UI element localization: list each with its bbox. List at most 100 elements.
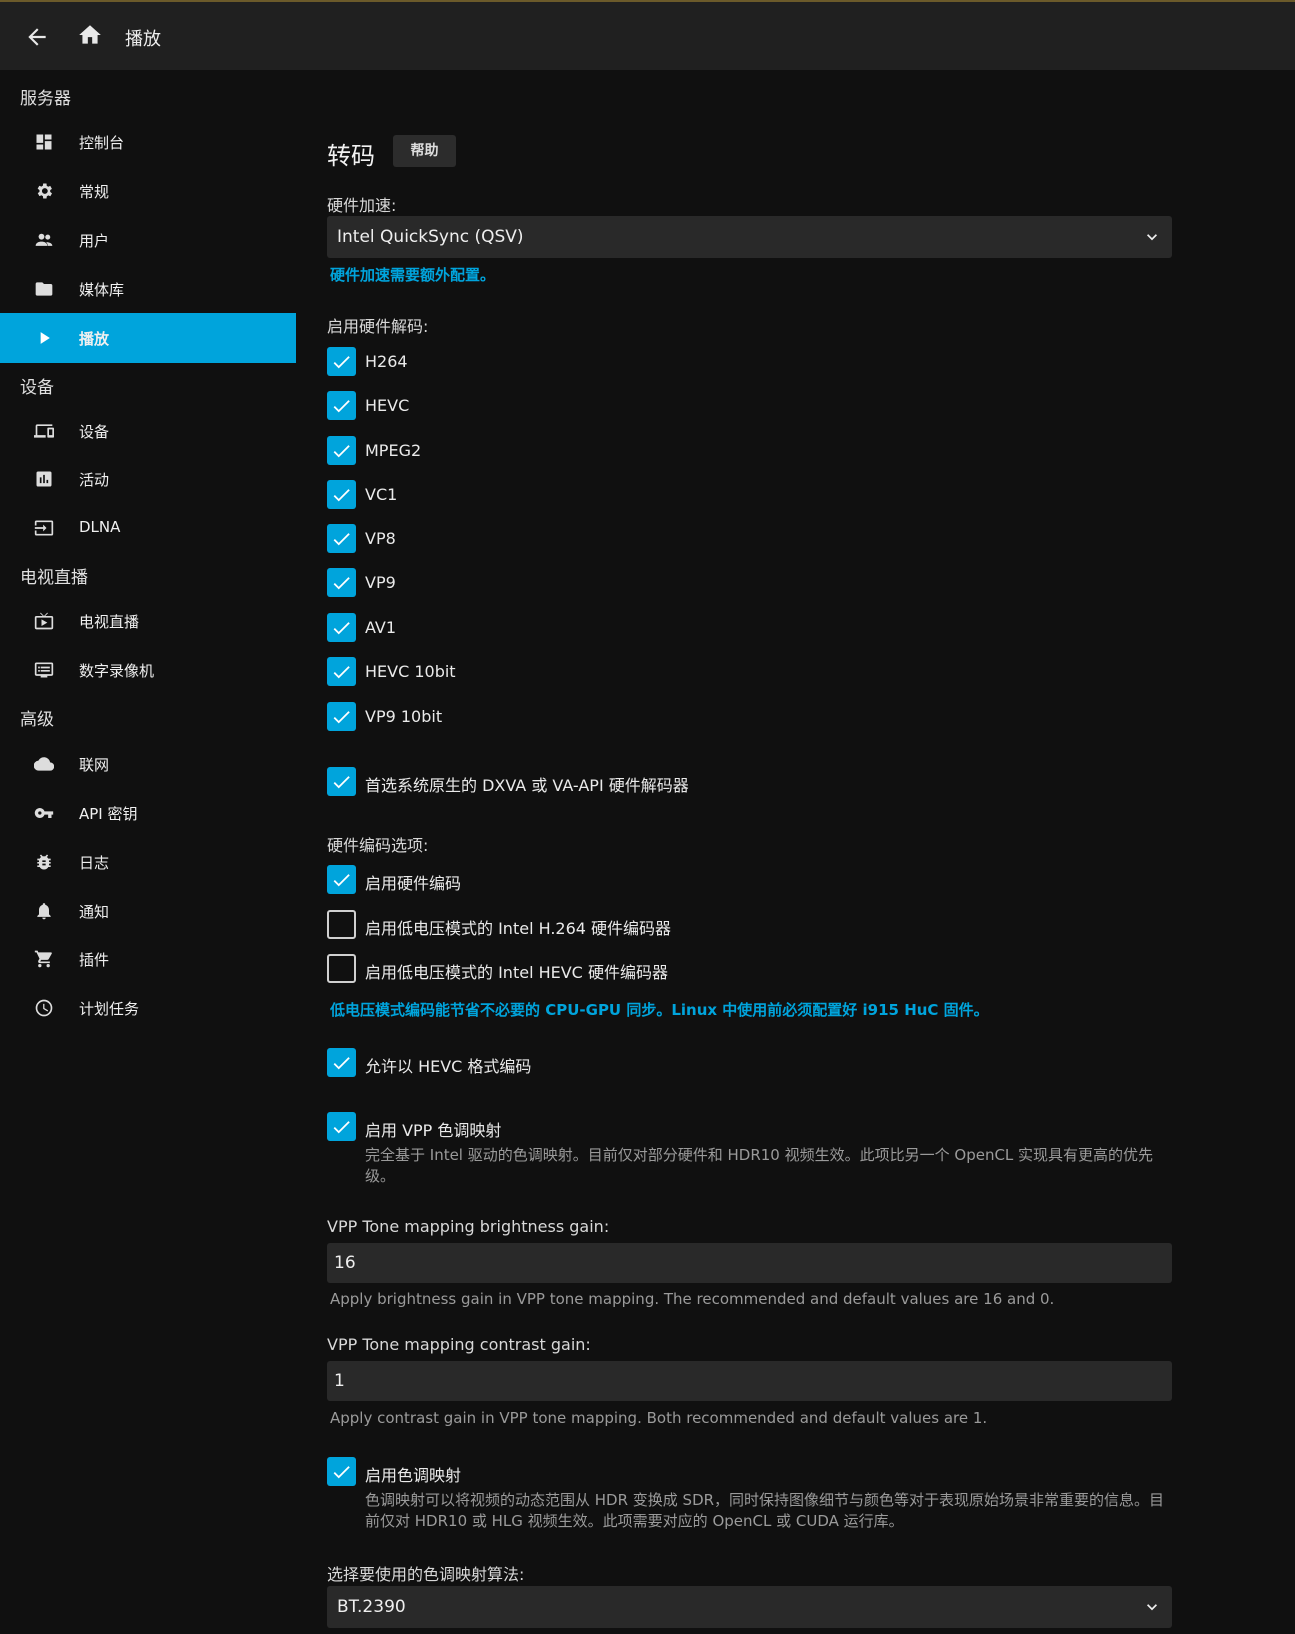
checkbox-checked[interactable] bbox=[327, 1048, 356, 1077]
folder-icon bbox=[35, 282, 53, 296]
tonemap-algorithm-label: 选择要使用的色调映射算法: bbox=[327, 1565, 525, 1584]
checkbox-checked[interactable] bbox=[327, 480, 356, 509]
checkbox-unchecked[interactable] bbox=[327, 954, 356, 983]
checkbox-label: 启用色调映射 bbox=[365, 1466, 462, 1485]
checkbox-checked[interactable] bbox=[327, 657, 356, 686]
sidebar-section-livetv: 电视直播 bbox=[20, 568, 88, 588]
sidebar-item-devices[interactable]: 设备 bbox=[0, 406, 296, 456]
prefer-native-decoder-checkbox[interactable]: 首选系统原生的 DXVA 或 VA-API 硬件解码器 bbox=[327, 767, 1172, 797]
sidebar-item-playback[interactable]: 播放 bbox=[0, 313, 296, 363]
sidebar-item-logs[interactable]: 日志 bbox=[0, 837, 296, 887]
decoder-vp9-checkbox[interactable]: VP9 bbox=[327, 568, 1172, 598]
home-icon[interactable] bbox=[77, 22, 103, 48]
sidebar: 服务器 控制台 常规 用户 媒体库 播放 设备 设备 活动 DLNA 电视直播 … bbox=[0, 70, 296, 1634]
checkbox-checked[interactable] bbox=[327, 1112, 356, 1141]
decoder-vc1-checkbox[interactable]: VC1 bbox=[327, 480, 1172, 510]
help-button[interactable]: 帮助 bbox=[393, 135, 456, 167]
cloud-icon bbox=[34, 757, 54, 771]
sidebar-item-users[interactable]: 用户 bbox=[0, 215, 296, 265]
checkbox-label: VP9 bbox=[365, 573, 396, 592]
sidebar-item-livetv[interactable]: 电视直播 bbox=[0, 596, 296, 646]
checkbox-checked[interactable] bbox=[327, 702, 356, 731]
chevron-down-icon bbox=[1147, 234, 1157, 241]
sidebar-section-devices: 设备 bbox=[20, 378, 54, 398]
vpp-brightness-value: 16 bbox=[334, 1253, 356, 1273]
sidebar-item-dvr[interactable]: 数字录像机 bbox=[0, 645, 296, 695]
vpp-contrast-description: Apply contrast gain in VPP tone mapping.… bbox=[330, 1409, 988, 1427]
sidebar-item-activity[interactable]: 活动 bbox=[0, 454, 296, 504]
checkbox-label: AV1 bbox=[365, 618, 397, 637]
sidebar-item-dlna[interactable]: DLNA bbox=[0, 503, 296, 553]
checkbox-checked[interactable] bbox=[327, 391, 356, 420]
checkbox-checked[interactable] bbox=[327, 524, 356, 553]
users-icon bbox=[35, 233, 53, 246]
sidebar-item-label: 设备 bbox=[79, 423, 110, 441]
hw-accel-select[interactable]: Intel QuickSync (QSV) bbox=[327, 216, 1172, 258]
bug-icon bbox=[37, 854, 51, 870]
hw-accel-note-link[interactable]: 硬件加速需要额外配置。 bbox=[330, 264, 495, 285]
checkbox-label: 启用低电压模式的 Intel H.264 硬件编码器 bbox=[365, 919, 672, 938]
checkbox-unchecked[interactable] bbox=[327, 910, 356, 939]
play-icon bbox=[40, 332, 50, 344]
sidebar-item-scheduled-tasks[interactable]: 计划任务 bbox=[0, 983, 296, 1033]
cart-icon bbox=[34, 950, 52, 968]
low-power-h264-checkbox[interactable]: 启用低电压模式的 Intel H.264 硬件编码器 bbox=[327, 910, 1172, 940]
decoder-hevc10-checkbox[interactable]: HEVC 10bit bbox=[327, 657, 1172, 687]
hw-accel-label: 硬件加速: bbox=[327, 196, 397, 215]
live-tv-icon bbox=[34, 612, 54, 630]
sidebar-item-label: DLNA bbox=[79, 518, 121, 536]
enable-hw-encode-checkbox[interactable]: 启用硬件编码 bbox=[327, 865, 1172, 895]
sidebar-item-networking[interactable]: 联网 bbox=[0, 739, 296, 789]
tonemap-algorithm-select[interactable]: BT.2390 bbox=[327, 1586, 1172, 1628]
checkbox-label: VP9 10bit bbox=[365, 707, 443, 726]
allow-hevc-encode-checkbox[interactable]: 允许以 HEVC 格式编码 bbox=[327, 1048, 1172, 1078]
sidebar-item-library[interactable]: 媒体库 bbox=[0, 264, 296, 314]
sidebar-item-notifications[interactable]: 通知 bbox=[0, 886, 296, 936]
checkbox-checked[interactable] bbox=[327, 568, 356, 597]
checkbox-checked[interactable] bbox=[327, 1457, 356, 1486]
decoder-mpeg2-checkbox[interactable]: MPEG2 bbox=[327, 436, 1172, 466]
dvr-icon bbox=[34, 662, 54, 678]
checkbox-checked[interactable] bbox=[327, 865, 356, 894]
sidebar-section-advanced: 高级 bbox=[20, 710, 54, 730]
vpp-brightness-label: VPP Tone mapping brightness gain: bbox=[327, 1217, 610, 1236]
back-arrow-icon[interactable] bbox=[24, 24, 50, 50]
checkbox-checked[interactable] bbox=[327, 436, 356, 465]
checkbox-label: VP8 bbox=[365, 529, 396, 548]
sidebar-item-label: 电视直播 bbox=[79, 613, 140, 631]
sidebar-item-label: 常规 bbox=[79, 183, 110, 201]
section-heading: 转码 bbox=[327, 142, 375, 170]
sidebar-section-server: 服务器 bbox=[20, 89, 71, 109]
checkbox-checked[interactable] bbox=[327, 613, 356, 642]
input-icon bbox=[34, 520, 54, 536]
decoder-vp8-checkbox[interactable]: VP8 bbox=[327, 524, 1172, 554]
chevron-down-icon bbox=[1147, 1604, 1157, 1611]
page-title: 播放 bbox=[125, 29, 161, 50]
checkbox-label: MPEG2 bbox=[365, 441, 422, 460]
vpp-tonemap-description: 完全基于 Intel 驱动的色调映射。目前仅对部分硬件和 HDR10 视频生效。… bbox=[365, 1146, 1154, 1185]
sidebar-item-plugins[interactable]: 插件 bbox=[0, 934, 296, 984]
decoder-h264-checkbox[interactable]: H264 bbox=[327, 347, 1172, 377]
sidebar-item-label: 计划任务 bbox=[79, 1000, 140, 1018]
vpp-contrast-label: VPP Tone mapping contrast gain: bbox=[327, 1335, 591, 1354]
sidebar-item-general[interactable]: 常规 bbox=[0, 166, 296, 216]
checkbox-label: 启用 VPP 色调映射 bbox=[365, 1121, 502, 1140]
low-power-note-link[interactable]: 低电压模式编码能节省不必要的 CPU-GPU 同步。Linux 中使用前必须配置… bbox=[330, 999, 989, 1020]
vpp-contrast-input[interactable]: 1 bbox=[327, 1361, 1172, 1401]
checkbox-checked[interactable] bbox=[327, 347, 356, 376]
vpp-tonemap-checkbox[interactable]: 启用 VPP 色调映射 bbox=[327, 1112, 1172, 1142]
decoder-av1-checkbox[interactable]: AV1 bbox=[327, 613, 1172, 643]
sidebar-item-label: 控制台 bbox=[79, 134, 125, 152]
gear-icon bbox=[37, 183, 52, 199]
vpp-brightness-input[interactable]: 16 bbox=[327, 1243, 1172, 1283]
decoder-hevc-checkbox[interactable]: HEVC bbox=[327, 391, 1172, 421]
activity-icon bbox=[36, 471, 52, 487]
tonemap-checkbox[interactable]: 启用色调映射 bbox=[327, 1457, 1172, 1487]
checkbox-checked[interactable] bbox=[327, 767, 356, 796]
decoder-vp910-checkbox[interactable]: VP9 10bit bbox=[327, 702, 1172, 732]
checkbox-label: 启用硬件编码 bbox=[365, 874, 462, 893]
low-power-hevc-checkbox[interactable]: 启用低电压模式的 Intel HEVC 硬件编码器 bbox=[327, 954, 1172, 984]
sidebar-item-label: 插件 bbox=[79, 951, 110, 969]
sidebar-item-dashboard[interactable]: 控制台 bbox=[0, 117, 296, 167]
sidebar-item-api-keys[interactable]: API 密钥 bbox=[0, 788, 296, 838]
